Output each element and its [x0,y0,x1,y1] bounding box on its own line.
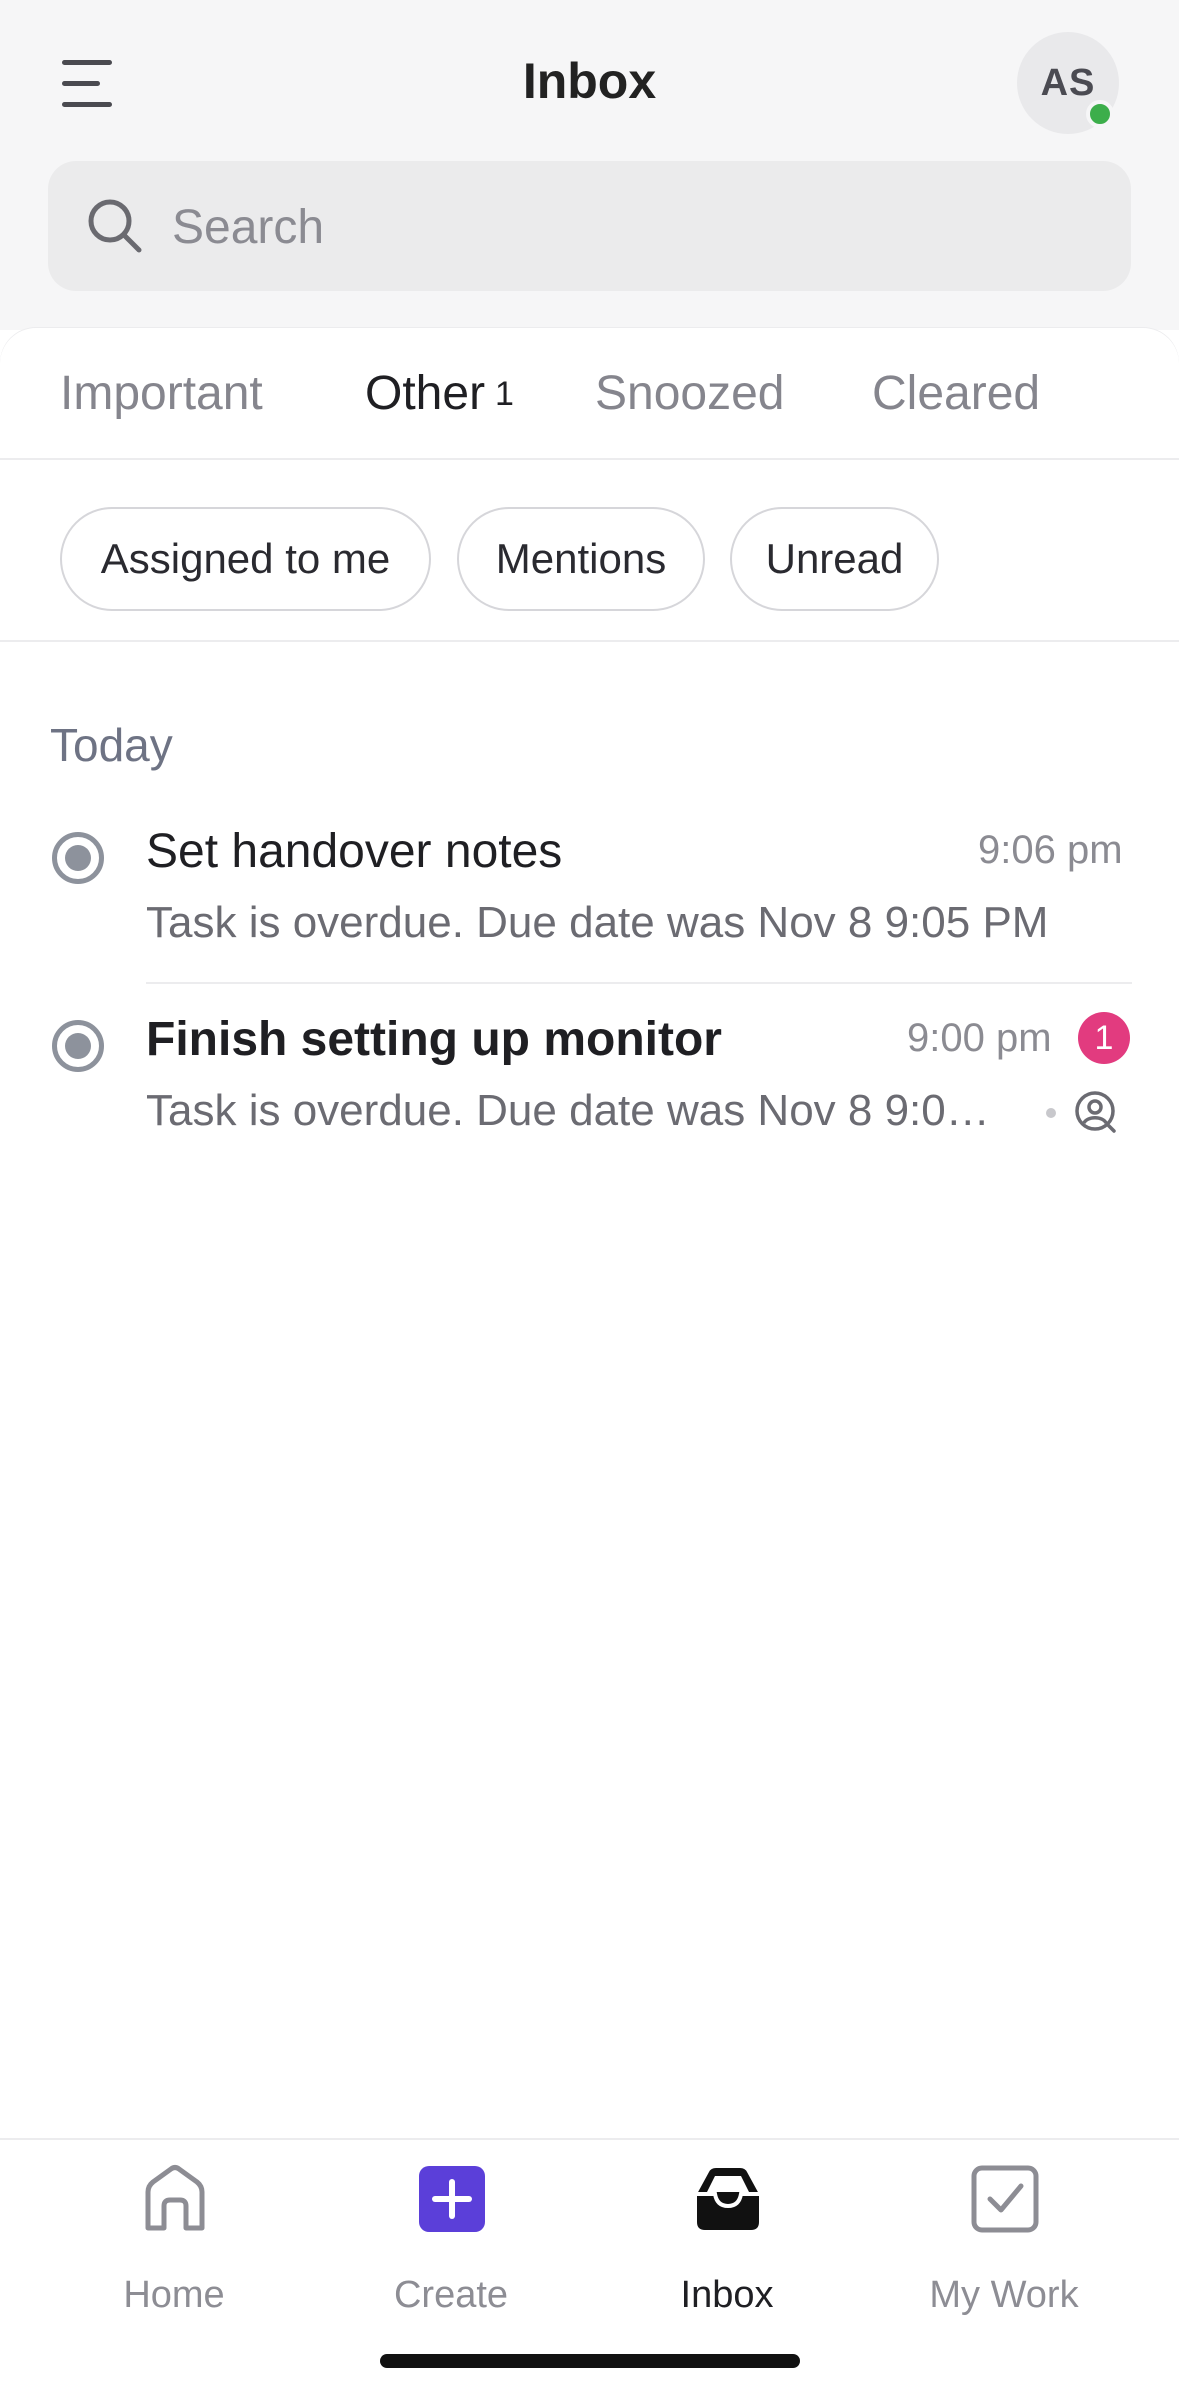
filter-chips: Assigned to me Mentions Unread [0,458,1179,642]
checkbox-icon [971,2165,1039,2233]
home-icon [145,2165,205,2231]
filter-assigned-to-me[interactable]: Assigned to me [60,507,431,611]
nav-home[interactable]: Home [64,2160,284,2316]
divider [146,982,1132,984]
online-status-dot [1086,100,1114,128]
tab-bar: Important Other 1 Snoozed Cleared [0,328,1179,460]
tab-label: Cleared [872,367,1041,420]
search-input[interactable] [170,189,1074,265]
chip-label: Assigned to me [100,535,391,582]
nav-create[interactable]: Create [341,2160,561,2316]
top-bar: Inbox AS [0,0,1179,330]
chip-label: Mentions [495,535,667,582]
avatar-initials: AS [1040,62,1096,104]
task-status-icon [52,832,104,884]
nav-label: Inbox [680,2274,774,2316]
plus-icon [419,2166,485,2232]
tab-cleared[interactable]: Cleared [872,366,1040,421]
tab-other[interactable]: Other 1 [365,366,514,421]
search-icon [88,199,142,253]
page-title: Inbox [522,53,657,109]
inbox-panel: Important Other 1 Snoozed Cleared Assigne… [0,328,1179,2138]
tab-count: 1 [495,375,514,413]
filter-unread[interactable]: Unread [730,507,939,611]
search-bar[interactable] [48,161,1131,291]
nav-inbox[interactable]: Inbox [617,2160,837,2316]
list-item[interactable]: Finish setting up monitor 9:00 pm 1 Task… [0,1008,1179,1168]
item-title: Finish setting up monitor [146,1013,722,1066]
item-description: Task is overdue. Due date was Nov 8 9:00… [146,1086,1014,1135]
nav-label: Home [123,2274,225,2316]
nav-my-work[interactable]: My Work [894,2160,1114,2316]
list-item[interactable]: Set handover notes 9:06 pm Task is overd… [0,820,1179,980]
filter-mentions[interactable]: Mentions [457,507,705,611]
inbox-icon [697,2168,759,2230]
tab-label: Snoozed [595,367,785,420]
item-time: 9:00 pm [907,1016,1052,1060]
avatar[interactable]: AS [1017,32,1119,134]
item-title: Set handover notes [146,825,563,878]
tab-label: Important [60,367,263,420]
assigned-user-icon [1075,1091,1116,1133]
chip-label: Unread [765,535,904,582]
item-time: 9:06 pm [978,828,1123,872]
tab-label: Other [365,367,486,420]
home-indicator [380,2354,800,2368]
item-description: Task is overdue. Due date was Nov 8 9:05… [146,898,1049,947]
nav-label: My Work [929,2274,1079,2316]
task-status-icon [52,1020,104,1072]
section-label-today: Today [50,719,173,771]
separator-dot [1046,1108,1056,1118]
tab-important[interactable]: Important [60,366,263,421]
tab-snoozed[interactable]: Snoozed [595,366,785,421]
unread-count-badge: 1 [1078,1012,1130,1064]
nav-label: Create [393,2274,509,2316]
